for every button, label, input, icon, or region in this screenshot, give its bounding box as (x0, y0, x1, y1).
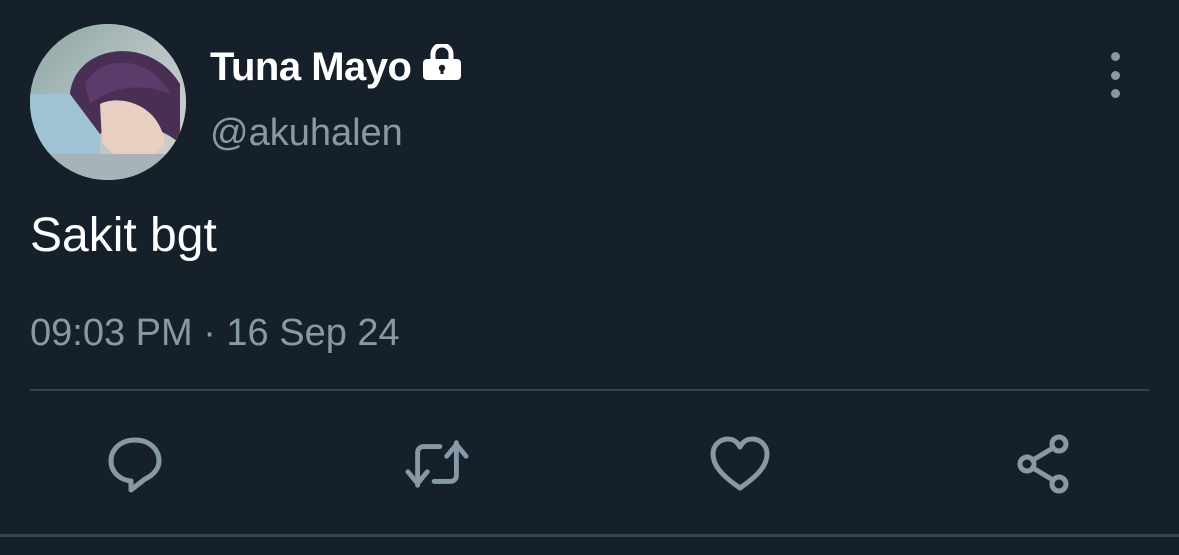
reply-button[interactable] (103, 432, 167, 496)
more-vertical-icon (1110, 89, 1120, 98)
share-icon (1017, 434, 1069, 494)
tweet-timestamp[interactable]: 09:03 PM · 16 Sep 24 (30, 308, 400, 358)
tweet-detail: Tuna Mayo @akuhalen Sakit bgt 09:03 PM ·… (0, 0, 1179, 555)
author-name-row: Tuna Mayo (210, 42, 463, 92)
author-handle[interactable]: @akuhalen (210, 108, 403, 158)
divider (0, 534, 1179, 537)
share-button[interactable] (1011, 432, 1075, 496)
more-vertical-icon (1110, 52, 1120, 61)
retweet-icon (405, 440, 469, 488)
retweet-button[interactable] (405, 432, 469, 496)
display-name[interactable]: Tuna Mayo (210, 42, 412, 92)
tweet-text: Sakit bgt (30, 209, 217, 262)
more-options-button[interactable] (1095, 52, 1135, 98)
divider (30, 389, 1149, 391)
reply-icon (108, 437, 162, 493)
lock-icon (421, 42, 463, 85)
more-vertical-icon (1110, 70, 1120, 80)
like-button[interactable] (708, 432, 772, 496)
avatar[interactable] (30, 24, 186, 180)
avatar-image (30, 24, 186, 180)
heart-icon (710, 436, 770, 491)
